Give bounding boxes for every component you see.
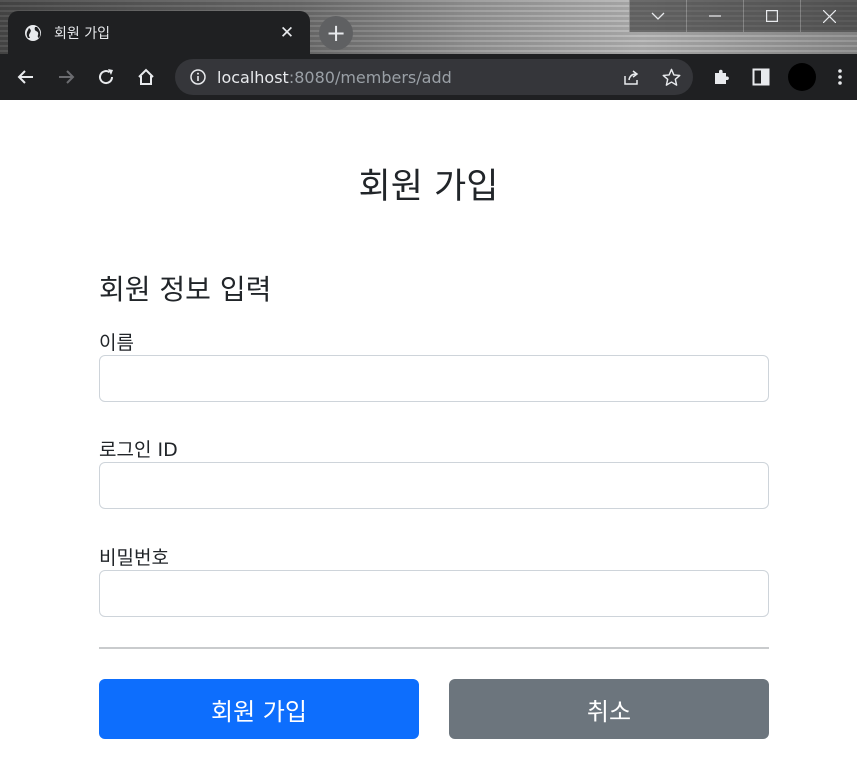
close-icon[interactable]: ✕ xyxy=(278,23,296,43)
back-arrow-icon[interactable] xyxy=(6,54,46,100)
home-icon[interactable] xyxy=(126,54,166,100)
maximize-icon[interactable] xyxy=(743,0,800,32)
page-content: 회원 가입 회원 정보 입력 이름 로그인 ID 비밀번호 회원 가입 취소 xyxy=(0,100,857,767)
login-id-input[interactable] xyxy=(99,462,769,509)
password-input[interactable] xyxy=(99,570,769,617)
window-close-icon[interactable] xyxy=(800,0,857,32)
login-id-label: 로그인 ID xyxy=(99,439,178,461)
divider xyxy=(99,647,769,649)
name-input[interactable] xyxy=(99,355,769,402)
more-menu-icon[interactable] xyxy=(822,54,857,100)
tab-title: 회원 가입 xyxy=(54,25,110,42)
address-bar[interactable]: localhost:8080/members/add xyxy=(175,59,693,95)
star-icon[interactable] xyxy=(653,59,689,95)
cancel-button[interactable]: 취소 xyxy=(449,679,769,739)
profile-avatar[interactable] xyxy=(788,63,816,91)
section-title: 회원 정보 입력 xyxy=(99,273,272,306)
side-panel-icon[interactable] xyxy=(743,54,779,100)
browser-chrome: 회원 가입 ✕ + localhost:8080/members/add xyxy=(0,0,857,100)
signup-button[interactable]: 회원 가입 xyxy=(99,679,419,739)
tab-strip: 회원 가입 ✕ + xyxy=(0,0,857,54)
reload-icon[interactable] xyxy=(86,54,126,100)
info-icon[interactable] xyxy=(189,68,207,86)
password-label: 비밀번호 xyxy=(99,547,169,569)
extensions-icon[interactable] xyxy=(703,54,739,100)
share-icon[interactable] xyxy=(613,59,649,95)
name-label: 이름 xyxy=(99,332,134,354)
minimize-icon[interactable] xyxy=(686,0,743,32)
url-path: :8080/members/add xyxy=(288,67,452,87)
url-host: localhost xyxy=(217,67,289,87)
url-text: localhost:8080/members/add xyxy=(217,68,452,87)
chevron-down-icon[interactable] xyxy=(629,0,686,32)
globe-icon xyxy=(24,24,42,42)
forward-arrow-icon[interactable] xyxy=(46,54,86,100)
browser-tab[interactable]: 회원 가입 ✕ xyxy=(8,11,310,54)
plus-icon[interactable]: + xyxy=(319,16,353,50)
page-title: 회원 가입 xyxy=(358,167,499,207)
window-controls xyxy=(629,0,857,32)
